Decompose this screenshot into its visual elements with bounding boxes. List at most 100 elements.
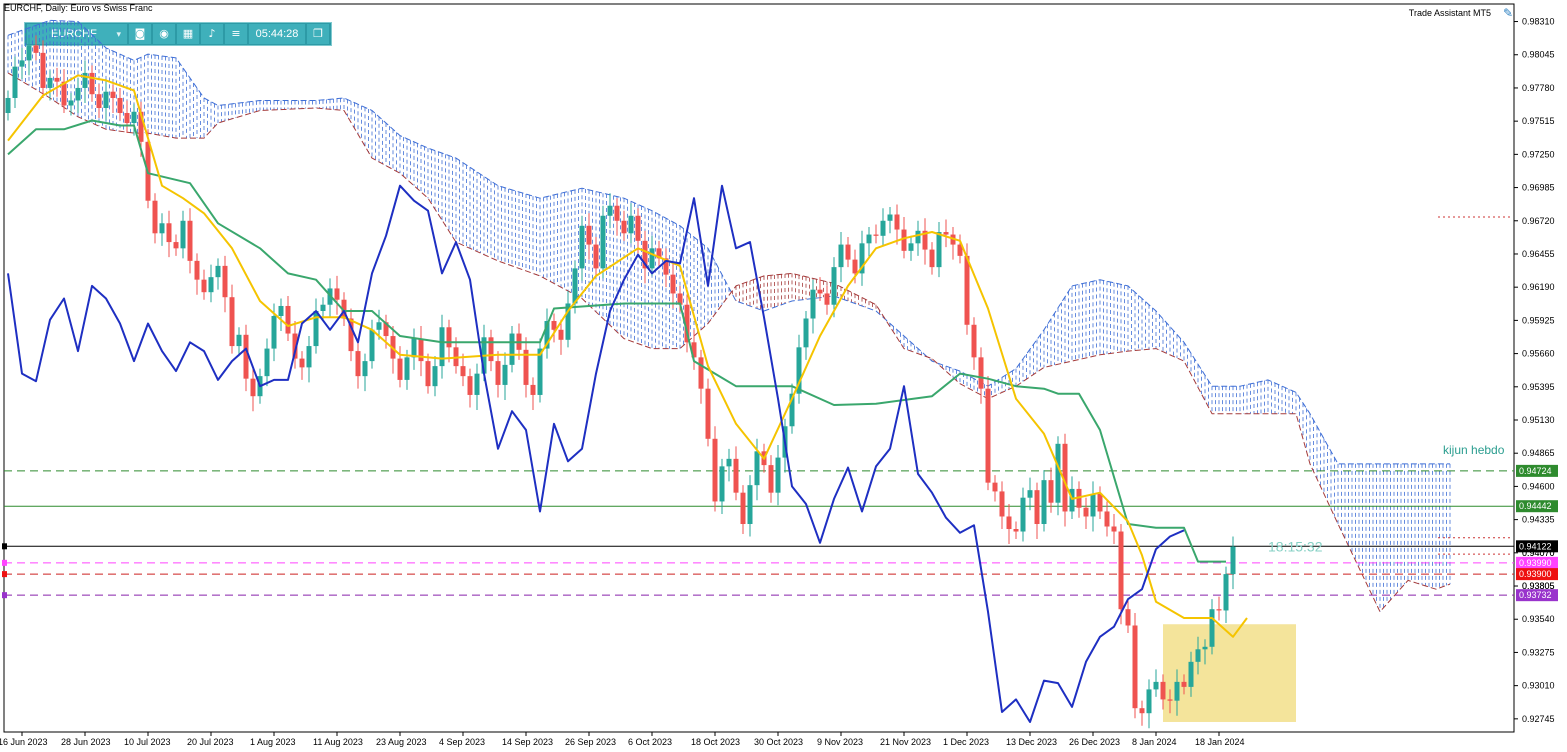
candle-body [1230,546,1236,575]
plot-frame [3,3,1515,733]
candle-body [1041,480,1047,524]
x-tick-label: 21 Nov 2023 [880,737,931,747]
candle-body [320,304,326,311]
candle-body [271,316,277,349]
y-tick-label: 0.95395 [1522,382,1555,392]
y-tick-label: 0.97780 [1522,83,1555,93]
candle-body [719,466,725,502]
candle-body [579,225,585,269]
candle-body [915,230,921,244]
candle-body [649,248,655,269]
x-tick-label: 13 Dec 2023 [1006,737,1057,747]
chart-annotation: kijun hebdo [1443,443,1505,457]
candle-body [873,234,879,236]
candle-body [1146,689,1152,714]
level-tag-label: 0.94442 [1519,501,1552,511]
candle-body [243,334,249,379]
candle-body [124,113,130,124]
x-tick-label: 18 Oct 2023 [691,737,740,747]
candle-body [614,205,620,221]
y-tick-label: 0.95925 [1522,315,1555,325]
candle-body [222,265,228,298]
candle-body [502,364,508,385]
x-tick-label: 9 Nov 2023 [817,737,863,747]
candle-body [740,492,746,524]
candle-body [1020,497,1026,532]
candle-body [845,244,851,260]
x-tick-label: 30 Oct 2023 [754,737,803,747]
x-tick-label: 6 Oct 2023 [628,737,672,747]
candle-body [425,361,431,387]
candle-body [187,220,193,261]
tenkan-line [7,74,1248,638]
candle-body [971,324,977,358]
candle-body [201,279,207,293]
candle-body [1111,526,1117,532]
candle-body [96,94,102,108]
candle-body [1188,661,1194,687]
candle-body [1097,493,1103,512]
x-tick-label: 28 Jun 2023 [61,737,111,747]
candle-body [824,293,830,305]
candle-body [1202,646,1208,650]
candle-body [1118,531,1124,610]
price-chart[interactable]: 0.98310 0.98045 0.97780 0.97515 0.97250 0.969… [0,0,1567,752]
candle-body [264,348,270,377]
candle-body [530,384,536,395]
candle-body [1048,480,1054,503]
level-tag-label: 0.94724 [1519,466,1552,476]
x-tick-label: 11 Aug 2023 [313,737,363,747]
candle-body [75,87,81,101]
candle-body [1153,681,1159,690]
candle-body [411,338,417,358]
cloud-upper-line [7,19,1450,465]
x-tick-label: 8 Jan 2024 [1132,737,1177,747]
candle-body [1104,511,1110,527]
candle-body [1034,490,1040,524]
x-tick-label: 1 Aug 2023 [250,737,296,747]
candle-body [803,318,809,348]
candle-body [670,274,676,294]
candle-body [754,451,760,486]
candle-body [880,220,886,236]
candle-body [985,388,991,483]
candle-body [1083,507,1089,517]
candle-body [362,361,368,377]
x-tick-label: 16 Jun 2023 [0,737,48,747]
candle-body [992,482,998,492]
candle-body [1216,609,1222,611]
candle-body [236,334,242,347]
candle-body [964,255,970,325]
candle-body [1181,681,1187,687]
y-tick-label: 0.98310 [1522,17,1555,27]
x-tick-label: 18 Jan 2024 [1195,737,1245,747]
candle-body [817,289,823,294]
candle-body [775,457,781,493]
candle-body [376,322,382,330]
candle-body [1209,609,1215,647]
y-tick-label: 0.95660 [1522,349,1555,359]
level-left-marker [2,559,7,566]
candle-body [495,361,501,385]
candle-body [733,458,739,493]
candle-body [54,77,60,82]
candle-body [887,214,893,221]
level-left-marker [2,592,7,599]
candle-body [159,223,165,234]
candle-body [999,491,1005,517]
candle-body [593,244,599,269]
candle-body [68,100,74,106]
candle-body [978,357,984,389]
candle-body [488,337,494,362]
candle-body [747,485,753,524]
candle-body [208,277,214,293]
y-tick-label: 0.95130 [1522,415,1555,425]
candle-body [467,376,473,395]
level-tag-label: 0.93900 [1519,569,1552,579]
candle-body [558,329,564,340]
candle-body [586,225,592,245]
candle-body [1195,649,1201,662]
y-tick-label: 0.93275 [1522,647,1555,657]
candle-body [397,358,403,380]
candle-body [943,232,949,235]
